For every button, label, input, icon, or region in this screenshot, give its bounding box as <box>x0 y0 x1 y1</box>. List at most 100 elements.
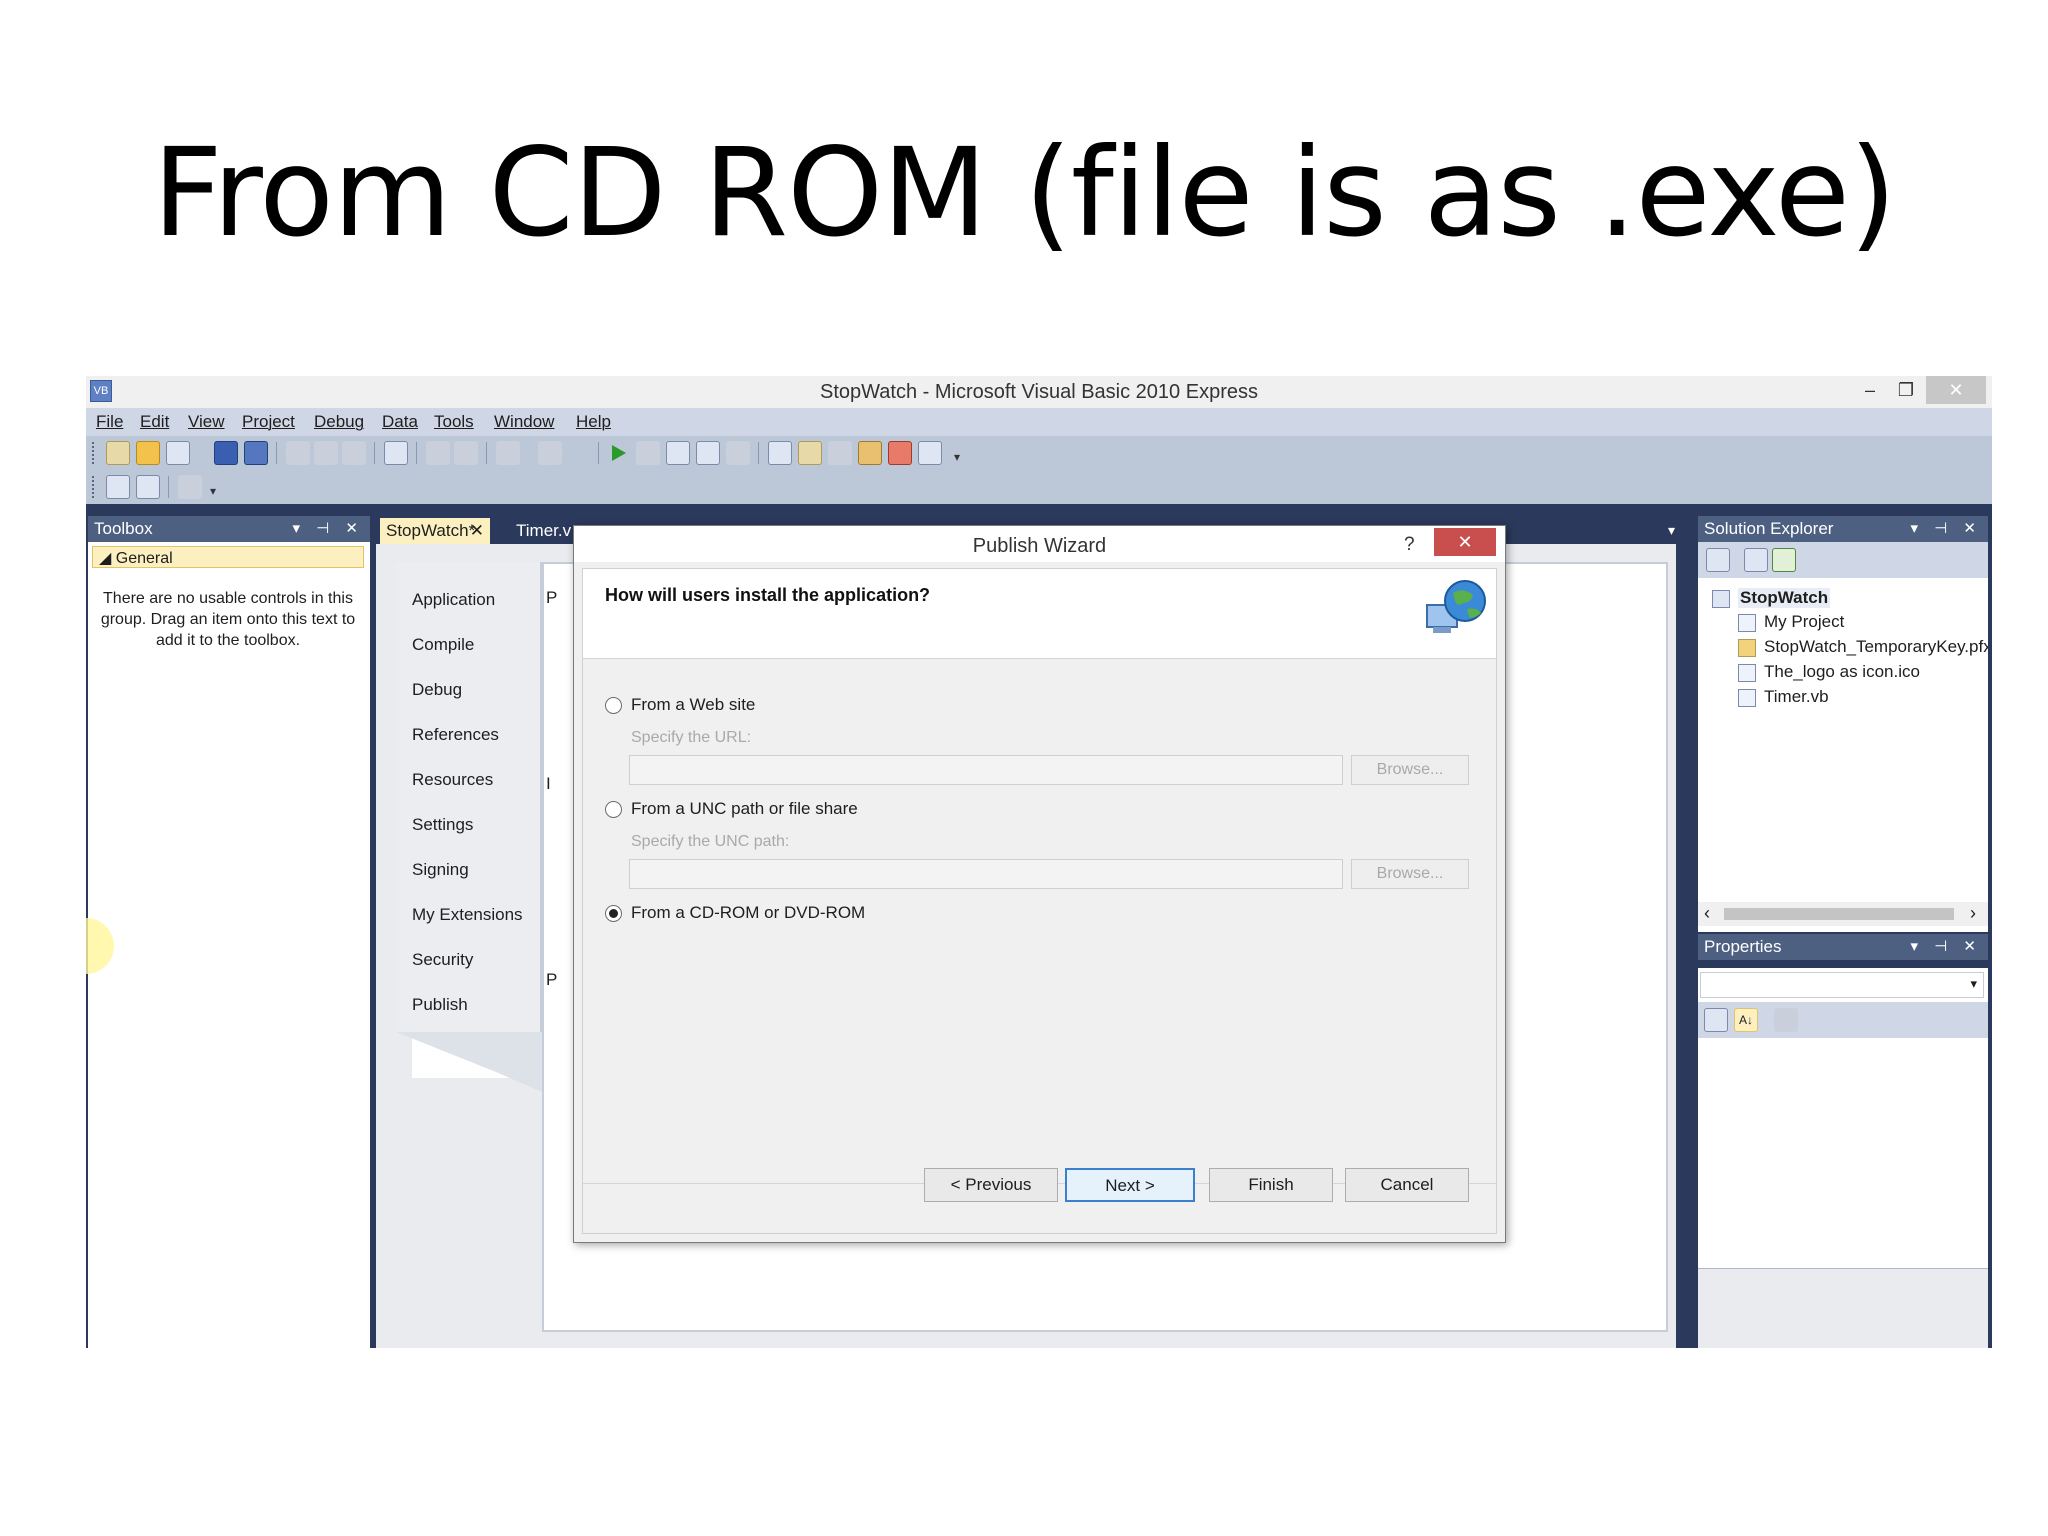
toolbox-header[interactable]: Toolbox ▾ ⊣ ✕ <box>88 516 370 542</box>
wizard-close-button[interactable]: ✕ <box>1434 528 1496 556</box>
toolbox-group-general[interactable]: ◢ General <box>92 546 364 568</box>
close-window-button[interactable]: ✕ <box>1926 376 1986 404</box>
option-unc-path-label[interactable]: From a UNC path or file share <box>631 799 858 819</box>
properties-pin-close-icons[interactable]: ▾ ⊣ ✕ <box>1911 937 1983 955</box>
save-icon[interactable] <box>214 441 238 465</box>
scroll-right-icon[interactable]: › <box>1970 903 1976 924</box>
property-pages-icon[interactable] <box>1774 1008 1798 1032</box>
step-over-icon[interactable] <box>696 441 720 465</box>
menu-window[interactable]: Window <box>494 412 554 432</box>
toolbox-pin-close-icons[interactable]: ▾ ⊣ ✕ <box>293 519 365 537</box>
option-cd-rom-label[interactable]: From a CD-ROM or DVD-ROM <box>631 903 865 923</box>
refresh-icon[interactable] <box>1772 548 1796 572</box>
property-tab-resources[interactable]: Resources <box>412 770 493 790</box>
menu-project[interactable]: Project <box>242 412 295 432</box>
property-tab-debug[interactable]: Debug <box>412 680 462 700</box>
option-web-site-label[interactable]: From a Web site <box>631 695 755 715</box>
copy-icon[interactable] <box>314 441 338 465</box>
properties-object-combo[interactable]: ▾ <box>1700 972 1984 998</box>
step-into-icon[interactable] <box>666 441 690 465</box>
browse-unc-button[interactable]: Browse... <box>1351 859 1469 889</box>
add-item-icon[interactable] <box>166 441 190 465</box>
menu-help[interactable]: Help <box>576 412 611 432</box>
url-hint: Specify the URL: <box>631 729 752 746</box>
categorized-icon[interactable] <box>1704 1008 1728 1032</box>
cancel-button[interactable]: Cancel <box>1345 1168 1469 1202</box>
comment-icon[interactable] <box>426 441 450 465</box>
redo-icon[interactable] <box>538 441 562 465</box>
toolbar-overflow-icon[interactable]: ▾ <box>954 450 960 464</box>
radio-web-site[interactable] <box>605 697 622 714</box>
property-tab-publish[interactable]: Publish <box>412 995 468 1015</box>
properties-icon[interactable] <box>1744 548 1768 572</box>
toolbox-empty-message[interactable]: There are no usable controls in this gro… <box>100 588 356 651</box>
show-all-files-icon[interactable] <box>1706 548 1730 572</box>
undo-icon[interactable] <box>496 441 520 465</box>
solution-explorer-hscrollbar[interactable]: ‹ › <box>1698 902 1988 926</box>
menu-tools[interactable]: Tools <box>434 412 474 432</box>
finish-button[interactable]: Finish <box>1209 1168 1333 1202</box>
property-tab-application[interactable]: Application <box>412 590 495 610</box>
toolbar-grip-2[interactable] <box>92 476 96 498</box>
previous-button[interactable]: < Previous <box>924 1168 1058 1202</box>
grid-icon[interactable] <box>136 475 160 499</box>
properties-window-icon[interactable] <box>798 441 822 465</box>
cut-icon[interactable] <box>286 441 310 465</box>
new-project-icon[interactable] <box>106 441 130 465</box>
save-all-icon[interactable] <box>244 441 268 465</box>
toolbar-grip[interactable] <box>92 442 96 464</box>
restore-button[interactable]: ❐ <box>1886 376 1926 404</box>
property-tab-security[interactable]: Security <box>412 950 473 970</box>
uncomment-icon[interactable] <box>454 441 478 465</box>
tree-item-temporary-key[interactable]: StopWatch_TemporaryKey.pfx <box>1764 637 1988 657</box>
step-out-icon[interactable] <box>726 441 750 465</box>
stop-icon[interactable] <box>636 441 660 465</box>
help-button[interactable]: ? <box>1404 534 1415 556</box>
property-tab-my-extensions[interactable]: My Extensions <box>412 905 523 925</box>
menu-edit[interactable]: Edit <box>140 412 169 432</box>
object-browser-icon[interactable] <box>858 441 882 465</box>
solution-explorer-header[interactable]: Solution Explorer ▾ ⊣ ✕ <box>1698 516 1988 542</box>
tree-item-my-project[interactable]: My Project <box>1764 612 1844 632</box>
tree-item-logo-icon[interactable]: The_logo as icon.ico <box>1764 662 1920 682</box>
unc-input[interactable] <box>629 859 1343 889</box>
tree-item-timer-vb[interactable]: Timer.vb <box>1764 687 1829 707</box>
tab-overflow-icon[interactable]: ▾ <box>1668 522 1675 539</box>
property-tab-compile[interactable]: Compile <box>412 635 474 655</box>
paste-icon[interactable] <box>342 441 366 465</box>
start-debugging-icon[interactable] <box>612 445 626 461</box>
close-tab-icon[interactable]: ✕ <box>470 521 484 541</box>
property-tab-references[interactable]: References <box>412 725 499 745</box>
property-tab-settings[interactable]: Settings <box>412 815 473 835</box>
open-file-icon[interactable] <box>136 441 160 465</box>
solution-explorer-pin-close-icons[interactable]: ▾ ⊣ ✕ <box>1911 519 1983 537</box>
solution-explorer-icon[interactable] <box>768 441 792 465</box>
combo-dropdown-icon[interactable]: ▾ <box>1970 976 1977 992</box>
menu-view[interactable]: View <box>188 412 225 432</box>
alphabetical-icon[interactable]: A↓ <box>1734 1008 1758 1032</box>
menu-data[interactable]: Data <box>382 412 418 432</box>
solution-explorer-title: Solution Explorer <box>1704 519 1834 538</box>
browse-url-button[interactable]: Browse... <box>1351 755 1469 785</box>
radio-cd-rom[interactable] <box>605 905 622 922</box>
url-input[interactable] <box>629 755 1343 785</box>
radio-unc-path[interactable] <box>605 801 622 818</box>
properties-header[interactable]: Properties ▾ ⊣ ✕ <box>1698 934 1988 960</box>
next-button[interactable]: Next > <box>1065 1168 1195 1202</box>
toolbox-icon[interactable] <box>888 441 912 465</box>
tree-root-stopwatch[interactable]: StopWatch <box>1738 588 1831 608</box>
menu-debug[interactable]: Debug <box>314 412 364 432</box>
property-tab-signing[interactable]: Signing <box>412 860 469 880</box>
scroll-thumb[interactable] <box>1724 908 1954 920</box>
align-icon[interactable] <box>106 475 130 499</box>
menu-file[interactable]: File <box>96 412 123 432</box>
start-page-icon[interactable] <box>918 441 942 465</box>
tab-stopwatch[interactable]: StopWatch* ✕ <box>380 518 490 544</box>
scroll-left-icon[interactable]: ‹ <box>1704 903 1710 924</box>
toolbar2-overflow-icon[interactable]: ▾ <box>210 484 216 498</box>
format-icon[interactable] <box>178 475 202 499</box>
find-icon[interactable] <box>384 441 408 465</box>
tab-timer[interactable]: Timer.v <box>510 518 571 544</box>
minimize-button[interactable]: – <box>1850 376 1890 404</box>
tools-icon[interactable] <box>828 441 852 465</box>
